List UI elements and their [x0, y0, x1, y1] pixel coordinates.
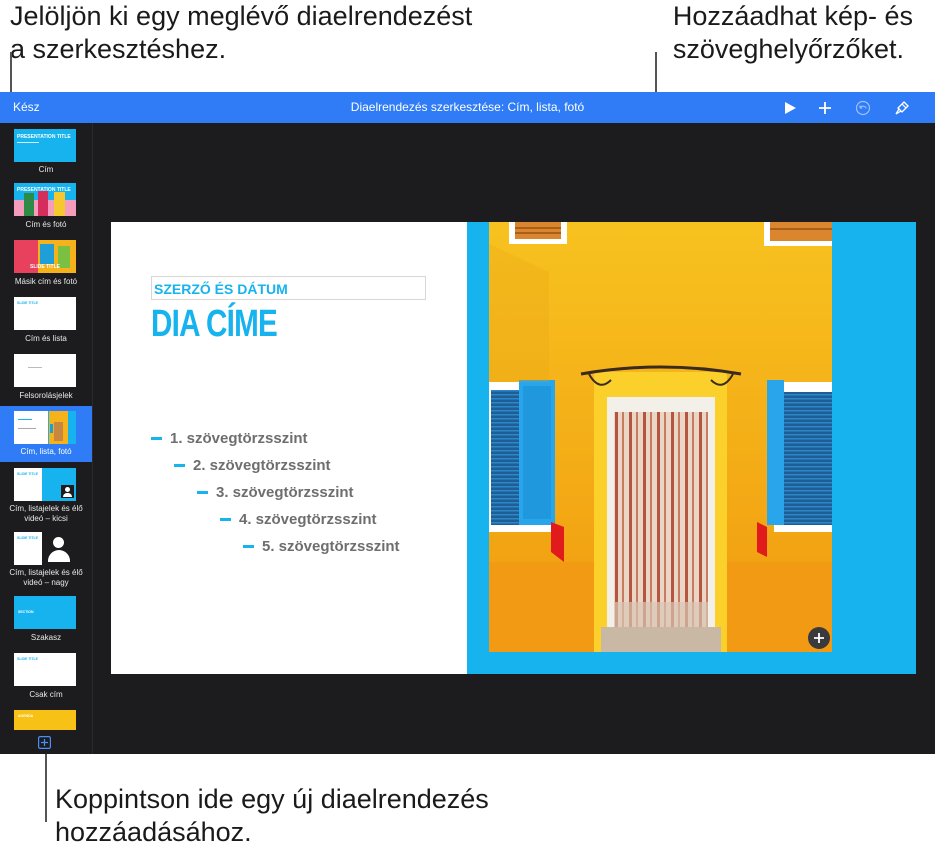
layout-thumbnail: AGENDA — [14, 710, 76, 730]
layout-thumbnail — [14, 354, 76, 387]
thumbnail-text: SLIDE TITLE — [17, 301, 38, 305]
layout-label: Cím és lista — [25, 334, 67, 343]
layout-item-agenda[interactable]: AGENDA — [0, 704, 92, 730]
thumbnail-text: SLIDE TITLE — [17, 472, 38, 476]
bullet-level-4: 4. szövegtörzsszint — [220, 511, 377, 529]
layout-item-alt-title-photo[interactable]: SLIDE TITLE Másik cím és fotó — [0, 235, 92, 292]
callout-line: hozzáadásához. — [55, 817, 252, 847]
bullet-text: 5. szövegtörzsszint — [262, 538, 400, 555]
layout-label: Cím — [38, 165, 54, 174]
callout-line: a szerkesztéshez. — [10, 34, 227, 64]
thumbnail-text: SLIDE TITLE — [30, 264, 60, 270]
bullet-text: 3. szövegtörzsszint — [216, 484, 354, 501]
bullet-text: 1. szövegtörzsszint — [170, 430, 308, 447]
layout-label: Felsorolásjelek — [19, 391, 73, 400]
bullet-text: 4. szövegtörzsszint — [239, 511, 377, 528]
callout-add-layout: Koppintson ide egy új diaelrendezés hozz… — [55, 783, 489, 849]
undo-icon[interactable] — [852, 97, 874, 119]
layout-item-live-video-small[interactable]: SLIDE TITLE Cím, listajelek és élő videó… — [0, 462, 92, 526]
bullet-text: 2. szövegtörzsszint — [193, 457, 331, 474]
toolbar: Kész Diaelrendezés szerkesztése: Cím, li… — [0, 92, 935, 123]
layout-thumbnail: SLIDE TITLE — [14, 240, 76, 273]
layout-item-title-list[interactable]: SLIDE TITLE Cím és lista — [0, 292, 92, 349]
keynote-app: Kész Diaelrendezés szerkesztése: Cím, li… — [0, 92, 935, 754]
paintbrush-icon[interactable] — [891, 97, 913, 119]
body-text-placeholder[interactable]: 1. szövegtörzsszint 2. szövegtörzsszint … — [151, 430, 481, 570]
layout-label: Cím, lista, fotó — [20, 447, 72, 456]
bullet-level-5: 5. szövegtörzsszint — [243, 538, 400, 556]
layout-thumbnail: PRESENTATION TITLE — [14, 183, 76, 216]
layout-item-title-photo[interactable]: PRESENTATION TITLE Cím és fotó — [0, 178, 92, 235]
bullet-level-3: 3. szövegtörzsszint — [197, 484, 354, 502]
author-date-text: SZERZŐ ÉS DÁTUM — [154, 281, 288, 297]
add-media-button[interactable] — [808, 627, 830, 649]
layout-thumbnail: SLIDE TITLE — [14, 468, 76, 501]
callout-line: Koppintson ide egy új diaelrendezés — [55, 784, 489, 814]
thumbnail-text: PRESENTATION TITLE — [17, 187, 71, 193]
plus-icon[interactable] — [814, 97, 836, 119]
layout-thumbnail: SECTION — [14, 596, 76, 629]
leader-line-bottom — [45, 752, 47, 822]
layout-thumbnail: SLIDE TITLE — [14, 653, 76, 686]
thumbnail-text: SLIDE TITLE — [17, 657, 38, 661]
bullet-level-2: 2. szövegtörzsszint — [174, 457, 331, 475]
thumbnail-text: SECTION — [18, 610, 34, 614]
add-layout-button[interactable] — [38, 736, 51, 749]
layout-item-title[interactable]: PRESENTATION TITLE Cím — [0, 123, 92, 178]
layout-label: Cím, listajelek és élő videó – nagy — [9, 568, 83, 587]
plus-circle-icon — [808, 627, 830, 649]
layout-label: Szakasz — [30, 633, 62, 642]
layout-thumbnail: SLIDE TITLE — [14, 297, 76, 330]
layout-label: Másik cím és fotó — [14, 277, 78, 286]
layout-label: Cím, listajelek és élő videó – kicsi — [9, 504, 83, 523]
plus-square-icon — [38, 736, 51, 749]
play-icon[interactable] — [779, 97, 801, 119]
layout-thumbnail — [14, 411, 76, 444]
callout-line: Hozzáadhat kép- és — [672, 1, 913, 31]
callout-line: szöveghelyőrzőket. — [672, 34, 904, 64]
layout-thumbnail: PRESENTATION TITLE — [14, 129, 76, 162]
slide-layout: SZERZŐ ÉS DÁTUM DIA CÍME 1. szövegtörzss… — [111, 222, 916, 674]
callout-placeholders: Hozzáadhat kép- és szöveghelyőrzőket. — [673, 0, 913, 66]
author-date-placeholder[interactable]: SZERZŐ ÉS DÁTUM — [151, 276, 426, 300]
thumbnail-text: AGENDA — [18, 714, 34, 718]
thumbnail-text: SLIDE TITLE — [17, 536, 38, 540]
layout-item-section[interactable]: SECTION Szakasz — [0, 590, 92, 647]
layout-label: Cím és fotó — [25, 220, 67, 229]
house-photo — [489, 222, 832, 652]
thumbnail-text: PRESENTATION TITLE — [17, 134, 71, 140]
photo-placeholder[interactable] — [489, 222, 832, 652]
callout-select-layout: Jelöljön ki egy meglévő diaelrendezést a… — [10, 0, 472, 66]
layout-thumbnail: SLIDE TITLE — [14, 532, 76, 565]
callout-line: Jelöljön ki egy meglévő diaelrendezést — [10, 1, 473, 31]
layout-item-live-video-large[interactable]: SLIDE TITLE Cím, listajelek és élő videó… — [0, 526, 92, 590]
layout-item-title-only[interactable]: SLIDE TITLE Csak cím — [0, 647, 92, 704]
slide-title[interactable]: DIA CÍME — [151, 302, 278, 346]
layout-item-bullets[interactable]: Felsorolásjelek — [0, 349, 92, 406]
layout-label: Csak cím — [29, 690, 63, 699]
layout-sidebar: PRESENTATION TITLE Cím PRESENTATION TITL… — [0, 123, 93, 754]
slide-canvas: SZERZŐ ÉS DÁTUM DIA CÍME 1. szövegtörzss… — [93, 123, 935, 754]
bullet-level-1: 1. szövegtörzsszint — [151, 430, 308, 448]
layout-item-title-list-photo[interactable]: Cím, lista, fotó — [0, 406, 92, 462]
